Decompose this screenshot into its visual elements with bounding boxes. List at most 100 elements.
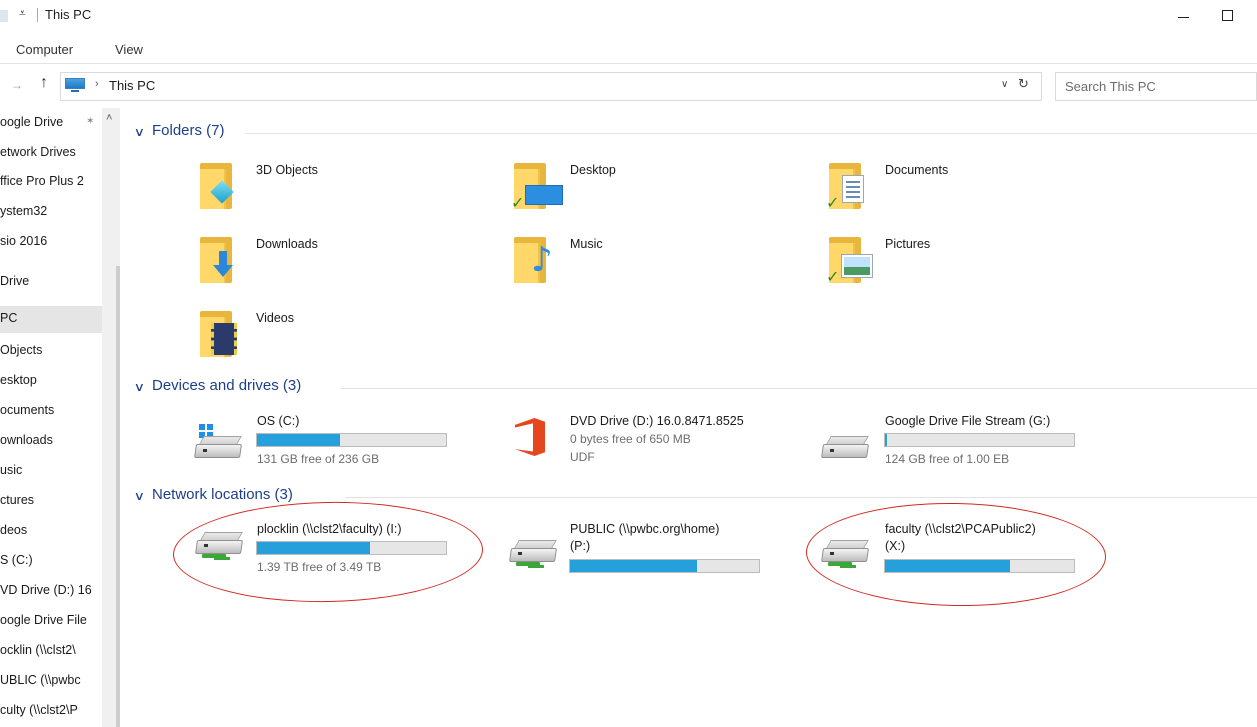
breadcrumb-this-pc[interactable]: This PC xyxy=(109,78,155,93)
sidebar-item-onedrive[interactable]: Drive xyxy=(0,269,102,293)
network-tile-plocklin[interactable]: plocklin (\\clst2\faculty) (I:) 1.39 TB … xyxy=(194,522,464,578)
folder-tile-music[interactable]: ♪ Music xyxy=(511,237,791,297)
search-placeholder: Search This PC xyxy=(1065,79,1156,94)
sidebar-item-pictures[interactable]: ctures xyxy=(0,488,102,512)
sidebar-item-this-pc[interactable]: PC xyxy=(0,306,102,333)
folder-tile-desktop[interactable]: ✓ Desktop xyxy=(511,163,791,223)
network-drive-icon xyxy=(194,528,244,560)
title-bar: ⩡ This PC xyxy=(0,0,1257,34)
tab-view[interactable]: View xyxy=(115,42,143,57)
drive-usage-fill xyxy=(885,434,887,446)
documents-folder-icon: ✓ xyxy=(826,163,878,212)
drive-tile-os-c[interactable]: OS (C:) 131 GB free of 236 GB xyxy=(193,414,463,470)
drive-free-space: 124 GB free of 1.00 EB xyxy=(885,452,1010,466)
scroll-up-icon[interactable]: ˄ xyxy=(106,112,112,124)
tab-computer[interactable]: Computer xyxy=(16,42,73,57)
sidebar-item-visio-2016[interactable]: sio 2016 xyxy=(0,229,102,253)
sidebar-scrollbar-thumb[interactable] xyxy=(116,266,120,727)
drive-free-space: 131 GB free of 236 GB xyxy=(257,452,380,466)
music-folder-icon: ♪ xyxy=(511,237,563,283)
navigation-pane: oogle Drive ✶ etwork Drives ffice Pro Plu… xyxy=(0,108,120,727)
drive-name: faculty (\\clst2\PCAPublic2) xyxy=(885,522,1036,536)
title-separator xyxy=(37,8,38,22)
breadcrumb-chevron-icon[interactable]: › xyxy=(95,78,99,90)
section-header-devices[interactable]: ∨ Devices and drives (3) xyxy=(133,377,1257,399)
drive-usage-bar xyxy=(256,433,447,447)
navigation-bar: → ↑ › This PC ∨ ↻ Search This PC xyxy=(0,70,1257,104)
sidebar-item-3d-objects[interactable]: Objects xyxy=(0,338,102,362)
network-tile-faculty[interactable]: faculty (\\clst2\PCAPublic2) (X:) xyxy=(820,522,1090,578)
drive-name: Google Drive File Stream (G:) xyxy=(885,414,1051,428)
drive-letter: (P:) xyxy=(570,539,591,553)
sidebar-item-dvd-drive[interactable]: VD Drive (D:) 16 xyxy=(0,578,102,602)
folder-tile-documents[interactable]: ✓ Documents xyxy=(826,163,1106,223)
drive-free-space: 0 bytes free of 650 MB xyxy=(570,432,691,446)
sidebar-item-public[interactable]: UBLIC (\\pwbc xyxy=(0,668,102,692)
sidebar-item-network-drives[interactable]: etwork Drives xyxy=(0,140,102,164)
office-dvd-icon xyxy=(511,414,553,460)
sidebar-item-music[interactable]: usic xyxy=(0,458,102,482)
folder-name: Downloads xyxy=(256,237,318,251)
up-arrow-icon[interactable]: ↑ xyxy=(40,74,48,92)
ribbon-tabs: Computer View xyxy=(0,34,1257,64)
search-input[interactable]: Search This PC xyxy=(1055,72,1257,101)
quick-access-toolbar-dropdown-icon[interactable]: ⩡ xyxy=(19,6,26,21)
drive-tile-dvd-d[interactable]: DVD Drive (D:) 16.0.8471.8525 0 bytes fr… xyxy=(511,414,781,470)
section-header-network[interactable]: ∨ Network locations (3) xyxy=(133,486,1257,508)
folder-name: Pictures xyxy=(885,237,931,251)
sidebar-item-label: deos xyxy=(0,523,28,537)
forward-arrow-icon[interactable]: → xyxy=(11,78,23,92)
sidebar-item-label: ownloads xyxy=(0,433,53,447)
downloads-folder-icon xyxy=(197,237,249,283)
sidebar-item-desktop[interactable]: esktop xyxy=(0,368,102,392)
drive-usage-fill xyxy=(257,434,341,446)
folder-tile-pictures[interactable]: ✓ Pictures xyxy=(826,237,1106,297)
folder-name: Documents xyxy=(885,163,949,177)
section-header-folders[interactable]: ∨ Folders (7) xyxy=(133,122,1257,144)
sidebar-item-system32[interactable]: ystem32 xyxy=(0,199,102,223)
this-pc-icon xyxy=(65,78,85,92)
folder-tile-videos[interactable]: Videos xyxy=(197,311,477,371)
address-history-dropdown-icon[interactable]: ∨ xyxy=(1001,79,1008,90)
maximize-button[interactable] xyxy=(1204,0,1250,30)
sidebar-item-google-drive-file-stream[interactable]: oogle Drive File xyxy=(0,608,102,632)
sidebar-item-downloads[interactable]: ownloads xyxy=(0,428,102,452)
drive-usage-bar xyxy=(884,433,1075,447)
drive-tile-google-drive-g[interactable]: Google Drive File Stream (G:) 124 GB fre… xyxy=(820,414,1090,470)
address-bar[interactable]: › This PC ∨ ↻ xyxy=(60,72,1042,101)
chevron-down-icon: ∨ xyxy=(133,125,146,139)
drive-usage-bar xyxy=(884,559,1075,573)
sidebar-item-label: ocuments xyxy=(0,403,55,417)
sidebar-item-plocklin[interactable]: ocklin (\\clst2\ xyxy=(0,638,102,662)
sidebar-item-videos[interactable]: deos xyxy=(0,518,102,542)
section-divider xyxy=(245,133,1257,134)
sidebar-item-label: ctures xyxy=(0,493,35,507)
sidebar-item-label: usic xyxy=(0,463,23,477)
sidebar-item-os-c[interactable]: S (C:) xyxy=(0,548,102,572)
sidebar-item-label: sio 2016 xyxy=(0,234,48,248)
sidebar-item-google-drive[interactable]: oogle Drive ✶ xyxy=(0,110,102,134)
chevron-down-icon: ∨ xyxy=(133,489,146,503)
sidebar-item-office-pro-plus[interactable]: ffice Pro Plus 2 xyxy=(0,169,102,193)
section-label: Folders (7) xyxy=(152,122,225,139)
sidebar-item-documents[interactable]: ocuments xyxy=(0,398,102,422)
drive-name: DVD Drive (D:) 16.0.8471.8525 xyxy=(570,414,744,428)
folder-tile-downloads[interactable]: Downloads xyxy=(197,237,477,297)
chevron-down-icon: ∨ xyxy=(133,380,146,394)
folder-tile-3d-objects[interactable]: 3D Objects xyxy=(197,163,477,223)
os-drive-icon xyxy=(193,422,243,458)
sidebar-item-label: VD Drive (D:) 16 xyxy=(0,583,92,597)
sidebar-item-label: PC xyxy=(0,311,18,325)
videos-folder-icon xyxy=(197,311,249,357)
refresh-icon[interactable]: ↻ xyxy=(1018,76,1029,92)
drive-usage-bar xyxy=(256,541,447,555)
3d-objects-folder-icon xyxy=(197,163,249,209)
sidebar-item-faculty[interactable]: culty (\\clst2\P xyxy=(0,698,102,722)
desktop-folder-icon: ✓ xyxy=(511,163,563,212)
pin-icon: ✶ xyxy=(86,116,95,127)
network-tile-public[interactable]: PUBLIC (\\pwbc.org\home) (P:) xyxy=(508,522,778,578)
window-title: This PC xyxy=(45,7,92,22)
minimize-button[interactable] xyxy=(1160,0,1206,30)
folder-name: Videos xyxy=(256,311,294,325)
sidebar-item-label: UBLIC (\\pwbc xyxy=(0,673,81,687)
